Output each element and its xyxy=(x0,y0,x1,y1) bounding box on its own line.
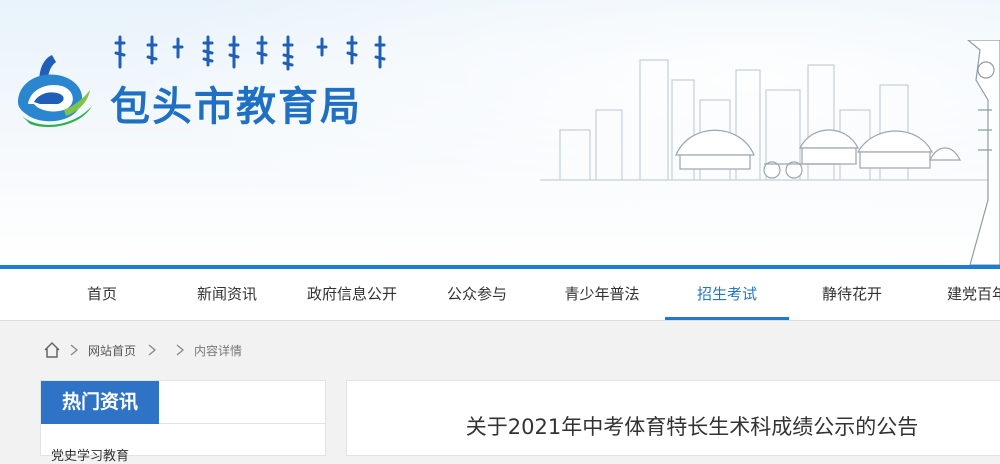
header-banner: 包头市教育局 xyxy=(0,0,1000,265)
bureau-logo-icon[interactable] xyxy=(12,50,98,130)
city-skyline-illustration xyxy=(540,40,1000,265)
mongolian-title-script xyxy=(114,35,386,71)
nav-item-party-centenary[interactable]: 建党百年 xyxy=(915,269,1000,320)
sidebar-heading: 热门资讯 xyxy=(41,381,159,424)
article-title: 关于2021年中考体育特长生术科成绩公示的公告 xyxy=(465,415,919,439)
main-nav: 首页 新闻资讯 政府信息公开 公众参与 青少年普法 招生考试 静待花开 建党百年 xyxy=(0,269,1000,321)
site-title: 包头市教育局 xyxy=(110,84,362,130)
breadcrumb-home-link[interactable]: 网站首页 xyxy=(88,343,136,359)
nav-item-news[interactable]: 新闻资讯 xyxy=(165,269,289,320)
sidebar-news-item[interactable]: 党史学习教育 xyxy=(51,445,129,464)
nav-item-youth-law[interactable]: 青少年普法 xyxy=(540,269,664,320)
chevron-right-icon xyxy=(176,344,185,356)
article-panel: 关于2021年中考体育特长生术科成绩公示的公告 xyxy=(346,380,1000,456)
nav-item-admissions[interactable]: 招生考试 xyxy=(665,269,789,320)
chevron-right-icon xyxy=(70,344,79,356)
nav-item-public-participation[interactable]: 公众参与 xyxy=(415,269,539,320)
home-icon[interactable] xyxy=(42,340,62,360)
sidebar-divider xyxy=(159,423,325,424)
sidebar-hot-news: 热门资讯 党史学习教育 xyxy=(40,380,326,464)
chevron-right-icon xyxy=(148,344,157,356)
breadcrumb-current: 内容详情 xyxy=(194,344,243,358)
nav-item-waiting-bloom[interactable]: 静待花开 xyxy=(790,269,914,320)
nav-item-home[interactable]: 首页 xyxy=(40,269,164,320)
nav-item-gov-info[interactable]: 政府信息公开 xyxy=(290,269,414,320)
